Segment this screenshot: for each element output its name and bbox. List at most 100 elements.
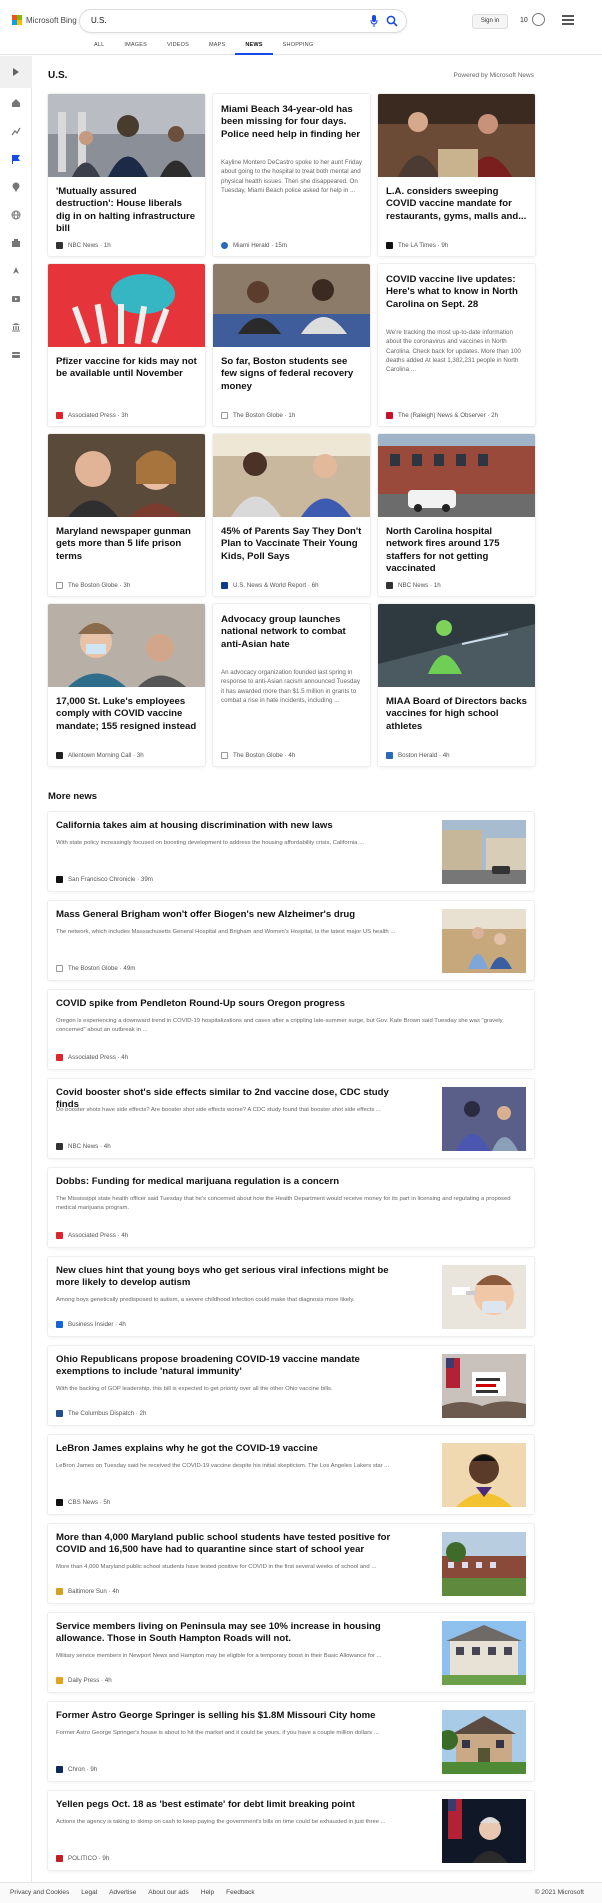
news-list-item[interactable]: Yellen pegs Oct. 18 as 'best estimate' f… bbox=[48, 1791, 534, 1870]
news-source: San Francisco Chronicle · 39m bbox=[56, 876, 153, 883]
sidebar-expand-button[interactable] bbox=[0, 56, 32, 88]
brand-name: Microsoft Bing bbox=[26, 15, 77, 25]
news-title[interactable]: Former Astro George Springer is selling … bbox=[56, 1710, 406, 1722]
legal-link[interactable]: Legal bbox=[81, 1889, 97, 1896]
search-input[interactable]: U.S. bbox=[91, 16, 107, 25]
tab-all[interactable]: ALL bbox=[84, 42, 114, 55]
news-card[interactable]: 'Mutually assured destruction': House li… bbox=[48, 94, 205, 256]
news-list-item[interactable]: More than 4,000 Maryland public school s… bbox=[48, 1524, 534, 1603]
advertise-link[interactable]: Advertise bbox=[109, 1889, 136, 1896]
news-list-item[interactable]: LeBron James explains why he got the COV… bbox=[48, 1435, 534, 1514]
news-title[interactable]: Pfizer vaccine for kids may not be avail… bbox=[56, 356, 197, 381]
news-title[interactable]: L.A. considers sweeping COVID vaccine ma… bbox=[386, 186, 527, 223]
news-title[interactable]: California takes aim at housing discrimi… bbox=[56, 820, 406, 832]
news-title[interactable]: 45% of Parents Say They Don't Plan to Va… bbox=[221, 526, 362, 563]
news-list-item[interactable]: New clues hint that young boys who get s… bbox=[48, 1257, 534, 1336]
feedback-link[interactable]: Feedback bbox=[226, 1889, 255, 1896]
news-source: The Boston Globe · 1h bbox=[221, 412, 295, 419]
news-card[interactable]: 17,000 St. Luke's employees comply with … bbox=[48, 604, 205, 766]
tab-videos[interactable]: VIDEOS bbox=[157, 42, 199, 55]
news-list-item[interactable]: COVID spike from Pendleton Round-Up sour… bbox=[48, 990, 534, 1069]
news-card[interactable]: L.A. considers sweeping COVID vaccine ma… bbox=[378, 94, 535, 256]
news-list-item[interactable]: Ohio Republicans propose broadening COVI… bbox=[48, 1346, 534, 1425]
news-title[interactable]: New clues hint that young boys who get s… bbox=[56, 1265, 406, 1290]
news-description: Former Astro George Springer's house is … bbox=[56, 1730, 379, 1736]
news-title[interactable]: Ohio Republicans propose broadening COVI… bbox=[56, 1354, 406, 1379]
about-ads-link[interactable]: About our ads bbox=[148, 1889, 188, 1896]
search-box[interactable]: U.S. bbox=[80, 10, 406, 32]
sign-in-button[interactable]: Sign in bbox=[472, 14, 508, 29]
news-card[interactable]: Maryland newspaper gunman gets more than… bbox=[48, 434, 205, 596]
news-card[interactable]: MIAA Board of Directors backs vaccines f… bbox=[378, 604, 535, 766]
news-title[interactable]: 'Mutually assured destruction': House li… bbox=[56, 186, 197, 236]
money-card-icon[interactable] bbox=[11, 350, 21, 360]
news-card[interactable]: So far, Boston students see few signs of… bbox=[213, 264, 370, 426]
news-list-item[interactable]: California takes aim at housing discrimi… bbox=[48, 812, 534, 891]
microphone-icon[interactable] bbox=[370, 15, 378, 27]
us-flag-icon[interactable] bbox=[11, 154, 21, 164]
entertainment-icon[interactable] bbox=[11, 294, 21, 304]
powered-by-label[interactable]: Powered by Microsoft News bbox=[453, 72, 534, 79]
news-description: Do booster shots have side effects? Are … bbox=[56, 1107, 381, 1113]
news-card[interactable]: Pfizer vaccine for kids may not be avail… bbox=[48, 264, 205, 426]
news-title[interactable]: COVID spike from Pendleton Round-Up sour… bbox=[56, 998, 526, 1010]
rewards-points[interactable]: 10 bbox=[520, 17, 528, 24]
science-rocket-icon[interactable] bbox=[11, 266, 21, 276]
news-card[interactable]: Advocacy group launches national network… bbox=[213, 604, 370, 766]
news-image bbox=[378, 604, 535, 687]
news-title[interactable]: North Carolina hospital network fires ar… bbox=[386, 526, 527, 576]
news-thumbnail bbox=[442, 1710, 526, 1774]
rewards-medal-icon[interactable] bbox=[532, 13, 545, 26]
news-source: CBS News · 5h bbox=[56, 1499, 110, 1506]
news-title[interactable]: So far, Boston students see few signs of… bbox=[221, 356, 362, 393]
search-icon[interactable] bbox=[386, 15, 398, 27]
tab-maps[interactable]: MAPS bbox=[199, 42, 235, 55]
news-title[interactable]: Maryland newspaper gunman gets more than… bbox=[56, 526, 197, 563]
help-link[interactable]: Help bbox=[201, 1889, 214, 1896]
location-pin-icon[interactable] bbox=[11, 182, 21, 192]
home-icon[interactable] bbox=[11, 98, 21, 108]
news-source: Business Insider · 4h bbox=[56, 1321, 126, 1328]
news-title[interactable]: 17,000 St. Luke's employees comply with … bbox=[56, 696, 197, 733]
news-title[interactable]: Yellen pegs Oct. 18 as 'best estimate' f… bbox=[56, 1799, 406, 1811]
more-news-heading: More news bbox=[48, 791, 98, 802]
news-list-item[interactable]: Mass General Brigham won't offer Biogen'… bbox=[48, 901, 534, 980]
tab-news[interactable]: NEWS bbox=[235, 42, 273, 55]
news-title[interactable]: LeBron James explains why he got the COV… bbox=[56, 1443, 406, 1455]
news-title[interactable]: MIAA Board of Directors backs vaccines f… bbox=[386, 696, 527, 733]
business-insider-logo-icon bbox=[56, 1321, 63, 1328]
globe-icon[interactable] bbox=[11, 210, 21, 220]
news-title[interactable]: Mass General Brigham won't offer Biogen'… bbox=[56, 909, 406, 921]
news-title[interactable]: COVID vaccine live updates: Here's what … bbox=[386, 274, 527, 311]
news-list-item[interactable]: Former Astro George Springer is selling … bbox=[48, 1702, 534, 1781]
hamburger-menu-icon[interactable] bbox=[562, 15, 574, 25]
news-description: LeBron James on Tuesday said he received… bbox=[56, 1463, 390, 1469]
news-card[interactable]: 45% of Parents Say They Don't Plan to Va… bbox=[213, 434, 370, 596]
baltimore-sun-logo-icon bbox=[56, 1588, 63, 1595]
boston-globe-logo-icon bbox=[221, 412, 228, 419]
bing-logo[interactable]: Microsoft Bing bbox=[12, 15, 77, 25]
news-thumbnail bbox=[442, 1354, 526, 1418]
news-title[interactable]: Service members living on Peninsula may … bbox=[56, 1621, 406, 1646]
section-title: U.S. bbox=[48, 70, 68, 81]
trending-icon[interactable] bbox=[11, 126, 21, 136]
news-title[interactable]: Miami Beach 34-year-old has been missing… bbox=[221, 104, 362, 141]
tab-images[interactable]: IMAGES bbox=[114, 42, 157, 55]
news-list-item[interactable]: Covid booster shot's side effects simila… bbox=[48, 1079, 534, 1158]
news-title[interactable]: Advocacy group launches national network… bbox=[221, 614, 362, 651]
news-card[interactable]: Miami Beach 34-year-old has been missing… bbox=[213, 94, 370, 256]
news-card[interactable]: North Carolina hospital network fires ar… bbox=[378, 434, 535, 596]
news-title[interactable]: More than 4,000 Maryland public school s… bbox=[56, 1532, 406, 1557]
news-card[interactable]: COVID vaccine live updates: Here's what … bbox=[378, 264, 535, 426]
politics-icon[interactable] bbox=[11, 238, 21, 248]
tab-shopping[interactable]: SHOPPING bbox=[273, 42, 324, 55]
news-source: U.S. News & World Report · 6h bbox=[221, 582, 319, 589]
news-thumbnail bbox=[442, 1087, 526, 1151]
business-bank-icon[interactable] bbox=[11, 322, 21, 332]
morning-call-logo-icon bbox=[56, 752, 63, 759]
privacy-link[interactable]: Privacy and Cookies bbox=[10, 1889, 69, 1896]
news-title[interactable]: Dobbs: Funding for medical marijuana reg… bbox=[56, 1176, 526, 1188]
news-list-item[interactable]: Service members living on Peninsula may … bbox=[48, 1613, 534, 1692]
news-list-item[interactable]: Dobbs: Funding for medical marijuana reg… bbox=[48, 1168, 534, 1247]
news-observer-logo-icon bbox=[386, 412, 393, 419]
